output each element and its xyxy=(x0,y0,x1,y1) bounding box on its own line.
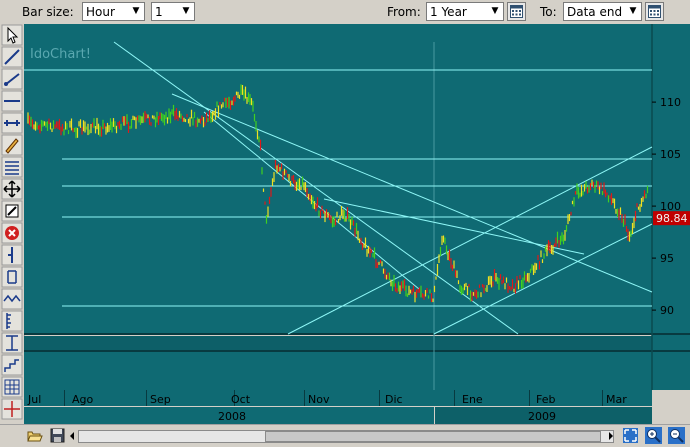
price-tick-label: 110 xyxy=(660,96,681,109)
to-value: Data end xyxy=(567,5,623,19)
open-folder-icon xyxy=(27,431,43,442)
pointer-icon[interactable] xyxy=(1,24,23,46)
crosshair-icon[interactable] xyxy=(1,398,23,420)
chevron-down-icon: ▼ xyxy=(182,6,190,16)
zoom-in-icon xyxy=(645,427,662,444)
chart-watermark: IdoChart! xyxy=(30,47,91,62)
edit-icon[interactable] xyxy=(1,200,23,222)
month-label: Ene xyxy=(462,393,483,406)
month-label: Dic xyxy=(385,393,403,406)
ruler-icon[interactable] xyxy=(1,310,23,332)
zoom-fit-icon xyxy=(623,428,638,443)
price-tick-label: 95 xyxy=(660,252,674,265)
vline-icon[interactable] xyxy=(1,244,23,266)
bar-count-select[interactable]: 1 ▼ xyxy=(151,2,195,21)
bar-size-select[interactable]: Hour ▼ xyxy=(82,2,145,21)
to-select[interactable]: Data end ▼ xyxy=(563,2,642,21)
bar-size-value: Hour xyxy=(86,5,115,19)
month-label: Ago xyxy=(72,393,94,406)
to-calendar-button[interactable] xyxy=(645,2,664,21)
lower-panel xyxy=(24,352,652,390)
from-label: From: xyxy=(387,5,421,19)
zoom-fit-button[interactable] xyxy=(622,427,641,446)
measure-icon[interactable] xyxy=(1,332,23,354)
from-value: 1 Year xyxy=(430,5,467,19)
zoom-out-button[interactable] xyxy=(668,427,687,446)
arrow-right-icon xyxy=(609,432,613,440)
price-chart[interactable]: IdoChart! 110 105 100 95 90 98.84 Jul Ago Sep Oct N… xyxy=(24,24,690,424)
month-label: Feb xyxy=(536,393,555,406)
horizontal-scrollbar[interactable] xyxy=(78,430,614,443)
from-select[interactable]: 1 Year ▼ xyxy=(426,2,504,21)
drawing-toolbar xyxy=(0,24,25,424)
hline-icon[interactable] xyxy=(1,90,23,112)
chart-area[interactable]: IdoChart! 110 105 100 95 90 98.84 Jul Ago Sep Oct N… xyxy=(24,24,690,424)
channel-icon[interactable] xyxy=(1,156,23,178)
price-tick-label: 100 xyxy=(660,200,681,213)
scroll-right-button[interactable] xyxy=(605,427,617,446)
price-tick-label: 90 xyxy=(660,304,674,317)
wave-icon[interactable] xyxy=(1,288,23,310)
drawing-tools xyxy=(1,24,23,420)
month-label: Mar xyxy=(606,393,627,406)
line-icon[interactable] xyxy=(1,46,23,68)
scroll-left-button[interactable] xyxy=(66,427,78,446)
bottom-bar xyxy=(0,424,690,447)
arrow-left-icon xyxy=(70,432,74,440)
current-price-label: 98.84 xyxy=(656,212,688,225)
indicator-panel xyxy=(24,336,652,350)
range-icon[interactable] xyxy=(1,112,23,134)
bar-icon[interactable] xyxy=(1,266,23,288)
delete-icon[interactable] xyxy=(1,222,23,244)
move-icon[interactable] xyxy=(1,178,23,200)
zoom-out-icon xyxy=(668,427,685,444)
month-label: Nov xyxy=(308,393,330,406)
year-label: 2008 xyxy=(218,410,246,423)
bar-count-value: 1 xyxy=(155,5,163,19)
grid-icon[interactable] xyxy=(1,376,23,398)
month-label: Oct xyxy=(231,393,251,406)
price-tick-label: 105 xyxy=(660,148,681,161)
calendar-icon xyxy=(510,5,523,18)
pencil-icon[interactable] xyxy=(1,134,23,156)
ray-icon[interactable] xyxy=(1,68,23,90)
month-axis-row xyxy=(24,390,652,406)
chevron-down-icon: ▼ xyxy=(132,6,140,16)
month-label: Sep xyxy=(150,393,171,406)
stair-icon[interactable] xyxy=(1,354,23,376)
month-label: Jul xyxy=(27,393,41,406)
scrollbar-thumb[interactable] xyxy=(265,431,601,442)
zoom-in-button[interactable] xyxy=(645,427,664,446)
calendar-icon xyxy=(648,5,661,18)
save-icon xyxy=(50,428,65,443)
to-label: To: xyxy=(540,5,557,19)
top-toolbar: Bar size: Hour ▼ 1 ▼ From: 1 Year ▼ To: … xyxy=(0,0,690,25)
chevron-down-icon: ▼ xyxy=(491,6,499,16)
open-button[interactable] xyxy=(26,427,45,446)
year-label: 2009 xyxy=(528,410,556,423)
from-calendar-button[interactable] xyxy=(507,2,526,21)
chevron-down-icon: ▼ xyxy=(629,6,637,16)
bar-size-label: Bar size: xyxy=(22,5,74,19)
